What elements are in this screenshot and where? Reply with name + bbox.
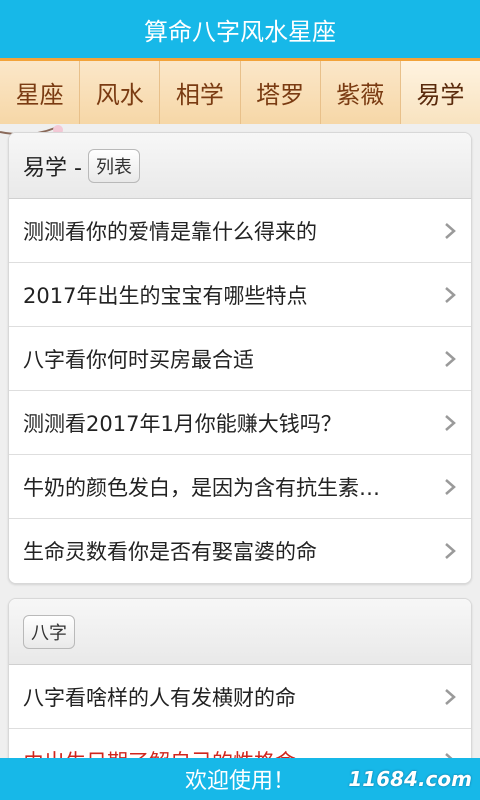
tab-label: 易学	[416, 81, 465, 109]
list-item-title: 由出生日期了解自己的性格命	[23, 746, 433, 758]
section-header: 八字	[9, 599, 471, 665]
chevron-right-icon	[445, 688, 456, 705]
welcome-text: 欢迎使用！	[184, 769, 295, 794]
list-item-title: 生命灵数看你是否有娶富婆的命	[23, 540, 317, 564]
list-item[interactable]: 测测看2017年1月你能赚大钱吗？	[9, 391, 471, 455]
tab-label: 塔罗	[256, 81, 305, 109]
list-item-title: 测测看2017年1月你能赚大钱吗？	[23, 411, 342, 436]
list-item[interactable]: 由出生日期了解自己的性格命	[9, 729, 471, 758]
list-item-title: 八字看啥样的人有发横财的命	[23, 685, 296, 710]
tab-xiangxue[interactable]: 相学	[160, 61, 241, 124]
bazi-list-card: 八字 八字看啥样的人有发横财的命 由出生日期了解自己的性格命	[8, 598, 472, 758]
chevron-right-icon	[445, 543, 456, 559]
chevron-right-icon	[445, 478, 456, 495]
app-title-bar: 算命八字风水星座	[0, 0, 480, 58]
list-item-title: 测测看你的爱情是靠什么得来的	[23, 219, 317, 244]
list-item[interactable]: 八字看你何时买房最合适	[9, 327, 471, 391]
tab-label: 紫薇	[336, 81, 385, 109]
list-item-title: 牛奶的颜色发白，是因为含有抗生素…	[23, 475, 380, 500]
watermark-text: 11684.com	[348, 767, 472, 791]
category-tab-bar: 星座 风水 相学 塔罗 紫薇 易学	[0, 58, 480, 124]
tab-fengshui[interactable]: 风水	[80, 61, 161, 124]
list-item[interactable]: 2017年出生的宝宝有哪些特点	[9, 263, 471, 327]
site-watermark: 11684.com	[348, 758, 472, 800]
list-item[interactable]: 牛奶的颜色发白，是因为含有抗生素…	[9, 455, 471, 519]
chevron-right-icon	[445, 414, 456, 431]
list-item[interactable]: 测测看你的爱情是靠什么得来的	[9, 199, 471, 263]
section-header: 易学 - 列表	[9, 133, 471, 199]
section-title: 易学 -	[23, 155, 82, 181]
tab-label: 相学	[175, 81, 224, 109]
tab-taluo[interactable]: 塔罗	[241, 61, 321, 124]
chevron-right-icon	[445, 350, 456, 367]
list-item-title: 八字看你何时买房最合适	[23, 347, 254, 372]
bazi-tag-button[interactable]: 八字	[23, 614, 75, 649]
chevron-right-icon	[445, 286, 456, 303]
tab-label: 风水	[95, 81, 144, 109]
tab-ziwei[interactable]: 紫薇	[321, 61, 401, 124]
app-title: 算命八字风水星座	[144, 17, 336, 46]
list-item[interactable]: 生命灵数看你是否有娶富婆的命	[9, 519, 471, 583]
yixue-list-card: 易学 - 列表 测测看你的爱情是靠什么得来的 2017年出生的宝宝有哪些特点 八…	[8, 132, 472, 584]
tab-yixue[interactable]: 易学	[400, 61, 480, 124]
article-list-area[interactable]: 易学 - 列表 测测看你的爱情是靠什么得来的 2017年出生的宝宝有哪些特点 八…	[0, 124, 480, 758]
list-item[interactable]: 八字看啥样的人有发横财的命	[9, 665, 471, 729]
tab-label: 星座	[15, 81, 64, 109]
list-item-title: 2017年出生的宝宝有哪些特点	[23, 283, 308, 308]
tab-xingzuo[interactable]: 星座	[0, 61, 81, 124]
chevron-right-icon	[445, 753, 453, 758]
chevron-right-icon	[445, 222, 456, 239]
list-tag-button[interactable]: 列表	[87, 148, 140, 183]
